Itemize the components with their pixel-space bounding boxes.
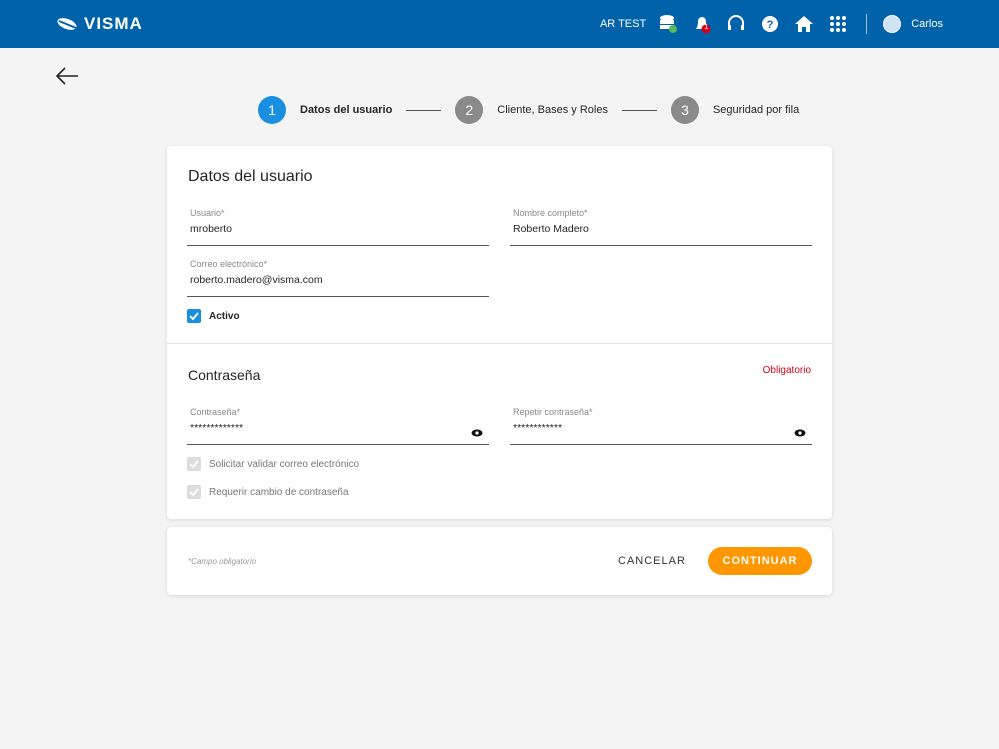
avatar[interactable] (883, 15, 902, 33)
field-label: Correo electrónico* (190, 259, 268, 269)
eye-icon[interactable] (794, 424, 806, 442)
visma-logo-icon (57, 18, 77, 30)
repeat-password-field[interactable]: Repetir contraseña* ************ (510, 407, 812, 445)
password-section-title: Contraseña (188, 367, 261, 383)
home-icon[interactable] (792, 12, 816, 36)
checkbox-label: Requerir cambio de contraseña (209, 486, 349, 498)
password-field[interactable]: Contraseña* ************* (187, 407, 489, 445)
field-value: ************ (513, 422, 563, 434)
field-value: Roberto Madero (513, 223, 589, 235)
checkbox-label: Activo (209, 310, 240, 322)
user-form-card: Datos del usuario Usuario* mroberto Nombr… (167, 146, 832, 519)
validate-email-checkbox: Solicitar validar correo electrónico (187, 457, 359, 471)
activo-checkbox[interactable]: Activo (187, 309, 240, 323)
field-label: Contraseña* (190, 407, 241, 417)
field-value: roberto.madero@visma.com (190, 274, 323, 286)
svg-text:?: ? (767, 19, 774, 31)
step-3-number[interactable]: 3 (670, 96, 699, 124)
usuario-field[interactable]: Usuario* mroberto (187, 208, 489, 246)
field-value: ************* (190, 422, 244, 434)
field-label: Nombre completo* (513, 208, 588, 218)
continue-button[interactable]: CONTINUAR (708, 547, 812, 575)
step-2-number[interactable]: 2 (455, 96, 484, 124)
bell-icon[interactable]: 1 (690, 12, 714, 36)
required-label: Obligatorio (762, 365, 811, 376)
field-label: Repetir contraseña* (513, 407, 593, 417)
step-3-label[interactable]: Seguridad por fila (713, 104, 799, 116)
step-2-label[interactable]: Cliente, Bases y Roles (497, 104, 608, 116)
divider (866, 14, 868, 34)
cancel-button[interactable]: CANCELAR (618, 555, 686, 567)
correo-field[interactable]: Correo electrónico* roberto.madero@visma.… (187, 259, 489, 297)
actions-card: *Campo obligatorio CANCELAR CONTINUAR (167, 527, 832, 595)
divider (167, 343, 832, 344)
checkbox-label: Solicitar validar correo electrónico (209, 458, 360, 470)
step-connector (621, 109, 657, 111)
check-icon (187, 485, 201, 499)
apps-grid-icon[interactable] (826, 12, 850, 36)
help-icon[interactable]: ? (758, 12, 782, 36)
nombre-completo-field[interactable]: Nombre completo* Roberto Madero (510, 208, 812, 246)
require-password-change-checkbox: Requerir cambio de contraseña (187, 485, 349, 499)
field-label: Usuario* (190, 208, 225, 218)
step-1-label[interactable]: Datos del usuario (300, 104, 392, 116)
headset-icon[interactable] (724, 12, 748, 36)
notification-badge: 1 (704, 24, 709, 31)
eye-icon[interactable] (471, 424, 483, 442)
stepper: 1 Datos del usuario 2 Cliente, Bases y R… (258, 96, 799, 124)
back-arrow-icon[interactable] (55, 66, 79, 91)
field-value: mroberto (190, 223, 233, 235)
section-title: Datos del usuario (188, 168, 313, 185)
company-name[interactable]: AR TEST (600, 18, 646, 30)
step-1-number[interactable]: 1 (258, 96, 286, 124)
user-name[interactable]: Carlos (911, 18, 943, 30)
step-connector (406, 109, 442, 111)
check-icon (187, 309, 201, 323)
database-icon[interactable] (656, 12, 680, 36)
check-icon (187, 457, 201, 471)
visma-logo[interactable]: VISMA (56, 14, 143, 34)
top-bar: VISMA AR TEST 1 ? Carlos (0, 0, 999, 48)
required-note: *Campo obligatorio (188, 557, 257, 566)
brand-name: VISMA (84, 14, 143, 33)
